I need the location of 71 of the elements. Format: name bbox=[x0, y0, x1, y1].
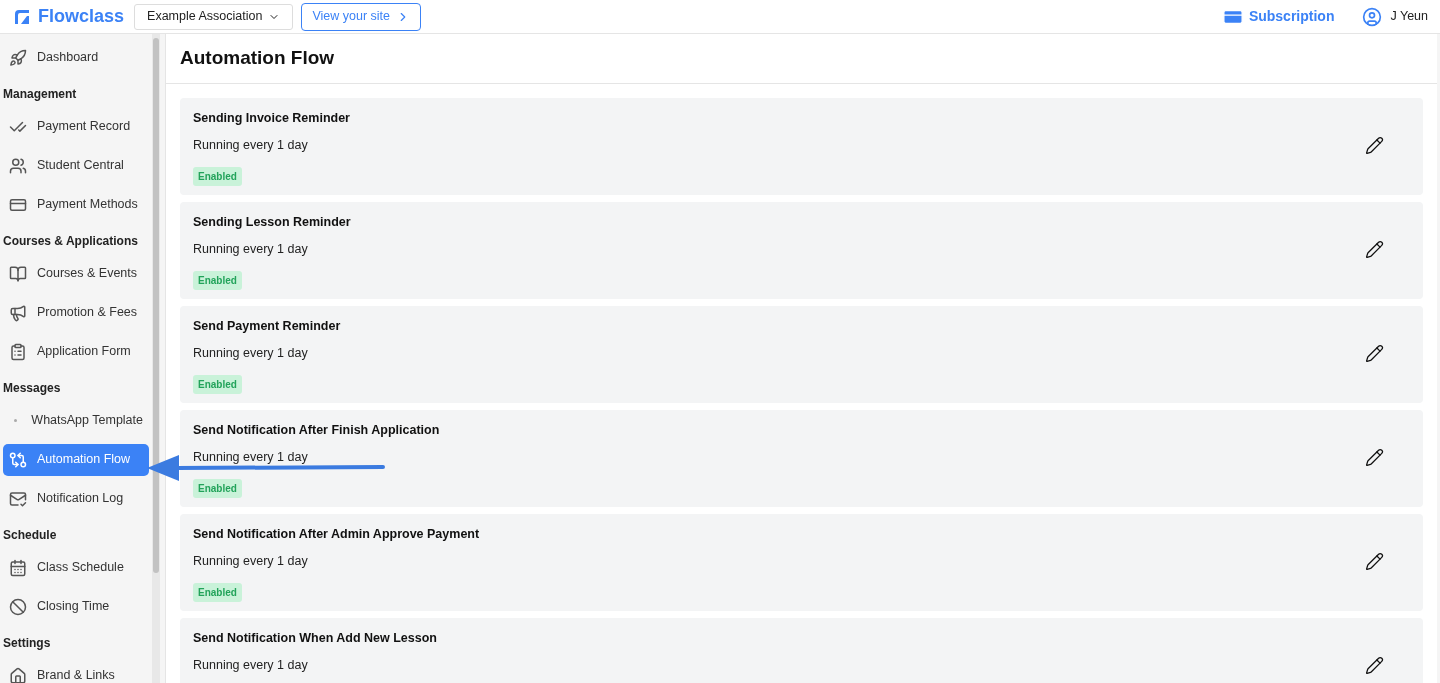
pencil-icon bbox=[1365, 552, 1384, 571]
calendar-icon bbox=[9, 558, 27, 577]
scrollbar[interactable] bbox=[153, 38, 159, 573]
section-heading: Schedule bbox=[2, 527, 58, 544]
brand-name[interactable]: Flowclass bbox=[38, 3, 125, 30]
book-icon bbox=[9, 264, 27, 283]
people-icon bbox=[9, 156, 27, 175]
section-heading: Settings bbox=[2, 635, 52, 652]
flow-schedule: Running every 1 day bbox=[193, 448, 308, 466]
flow-schedule: Running every 1 day bbox=[193, 344, 308, 362]
flow-card[interactable]: Sending Lesson Reminder Running every 1 day Enabled bbox=[180, 202, 1423, 299]
organization-dropdown[interactable]: Example Association bbox=[134, 3, 294, 30]
pencil-icon bbox=[1365, 136, 1384, 155]
sidebar-item[interactable]: Automation Flow bbox=[3, 443, 149, 476]
user-avatar-icon bbox=[1362, 6, 1383, 27]
edit-button[interactable] bbox=[1365, 656, 1384, 675]
status-badge: Enabled bbox=[193, 270, 242, 290]
prohibited-icon bbox=[9, 597, 27, 616]
flow-card[interactable]: Send Payment Reminder Running every 1 day Enabled bbox=[180, 306, 1423, 403]
section-heading: Management bbox=[2, 86, 78, 103]
sidebar-item[interactable]: Payment Record bbox=[3, 110, 149, 143]
sidebar-item[interactable]: WhatsApp Template bbox=[3, 404, 149, 437]
sidebar-item[interactable]: Promotion & Fees bbox=[3, 296, 149, 329]
flow-schedule: Running every 1 day bbox=[193, 240, 308, 258]
user-menu[interactable]: J Yeun bbox=[1362, 6, 1428, 27]
sidebar-item[interactable]: Notification Log bbox=[3, 482, 149, 515]
flow-card[interactable]: Send Notification When Add New Lesson Running every 1 day bbox=[180, 618, 1423, 683]
status-badge: Enabled bbox=[193, 166, 242, 186]
status-badge: Enabled bbox=[193, 374, 242, 394]
form-icon bbox=[9, 342, 27, 361]
flow-name: Send Notification When Add New Lesson bbox=[193, 630, 437, 647]
sidebar-item[interactable]: Closing Time bbox=[3, 590, 149, 623]
edit-button[interactable] bbox=[1365, 344, 1384, 363]
sidebar-item[interactable]: Brand & Links bbox=[3, 659, 149, 683]
sidebar-item[interactable]: Payment Methods bbox=[3, 188, 149, 221]
pencil-icon bbox=[1365, 448, 1384, 467]
flow-name: Send Notification After Finish Application bbox=[193, 422, 440, 439]
flow-name: Sending Invoice Reminder bbox=[193, 110, 350, 127]
flow-schedule: Running every 1 day bbox=[193, 552, 308, 570]
view-site-button[interactable]: View your site bbox=[301, 2, 421, 31]
house-icon bbox=[9, 666, 27, 683]
section-heading: Courses & Applications bbox=[2, 233, 139, 250]
megaphone-icon bbox=[9, 303, 27, 322]
page-title: Automation Flow bbox=[180, 46, 335, 71]
status-badge: Enabled bbox=[193, 582, 242, 602]
edit-button[interactable] bbox=[1365, 552, 1384, 571]
flow-name: Send Payment Reminder bbox=[193, 318, 341, 335]
pencil-icon bbox=[1365, 240, 1384, 259]
flow-card[interactable]: Send Notification After Finish Application Running every 1 day Enabled bbox=[180, 410, 1423, 507]
section-heading: Messages bbox=[2, 380, 62, 397]
sidebar-item[interactable]: Courses & Events bbox=[3, 257, 149, 290]
flow-icon bbox=[9, 450, 27, 469]
pencil-icon bbox=[1365, 656, 1384, 675]
flow-name: Send Notification After Admin Approve Payment bbox=[193, 526, 480, 543]
sidebar-item[interactable]: Student Central bbox=[3, 149, 149, 182]
subscription-link[interactable]: Subscription bbox=[1221, 5, 1335, 28]
edit-button[interactable] bbox=[1365, 240, 1384, 259]
flow-card[interactable]: Send Notification After Admin Approve Payment Running every 1 day Enabled bbox=[180, 514, 1423, 611]
flow-name: Sending Lesson Reminder bbox=[193, 214, 351, 231]
flow-card[interactable]: Sending Invoice Reminder Running every 1 day Enabled bbox=[180, 98, 1423, 195]
rocket-icon bbox=[9, 48, 27, 67]
sidebar-item[interactable]: Class Schedule bbox=[3, 551, 149, 584]
status-badge: Enabled bbox=[193, 478, 242, 498]
edit-button[interactable] bbox=[1365, 136, 1384, 155]
mail-icon bbox=[9, 489, 27, 508]
edit-button[interactable] bbox=[1365, 448, 1384, 467]
flow-schedule: Running every 1 day bbox=[193, 656, 308, 674]
pencil-icon bbox=[1365, 344, 1384, 363]
sidebar-item[interactable]: Dashboard bbox=[3, 41, 149, 74]
sidebar-item[interactable]: Application Form bbox=[3, 335, 149, 368]
flow-schedule: Running every 1 day bbox=[193, 136, 308, 154]
